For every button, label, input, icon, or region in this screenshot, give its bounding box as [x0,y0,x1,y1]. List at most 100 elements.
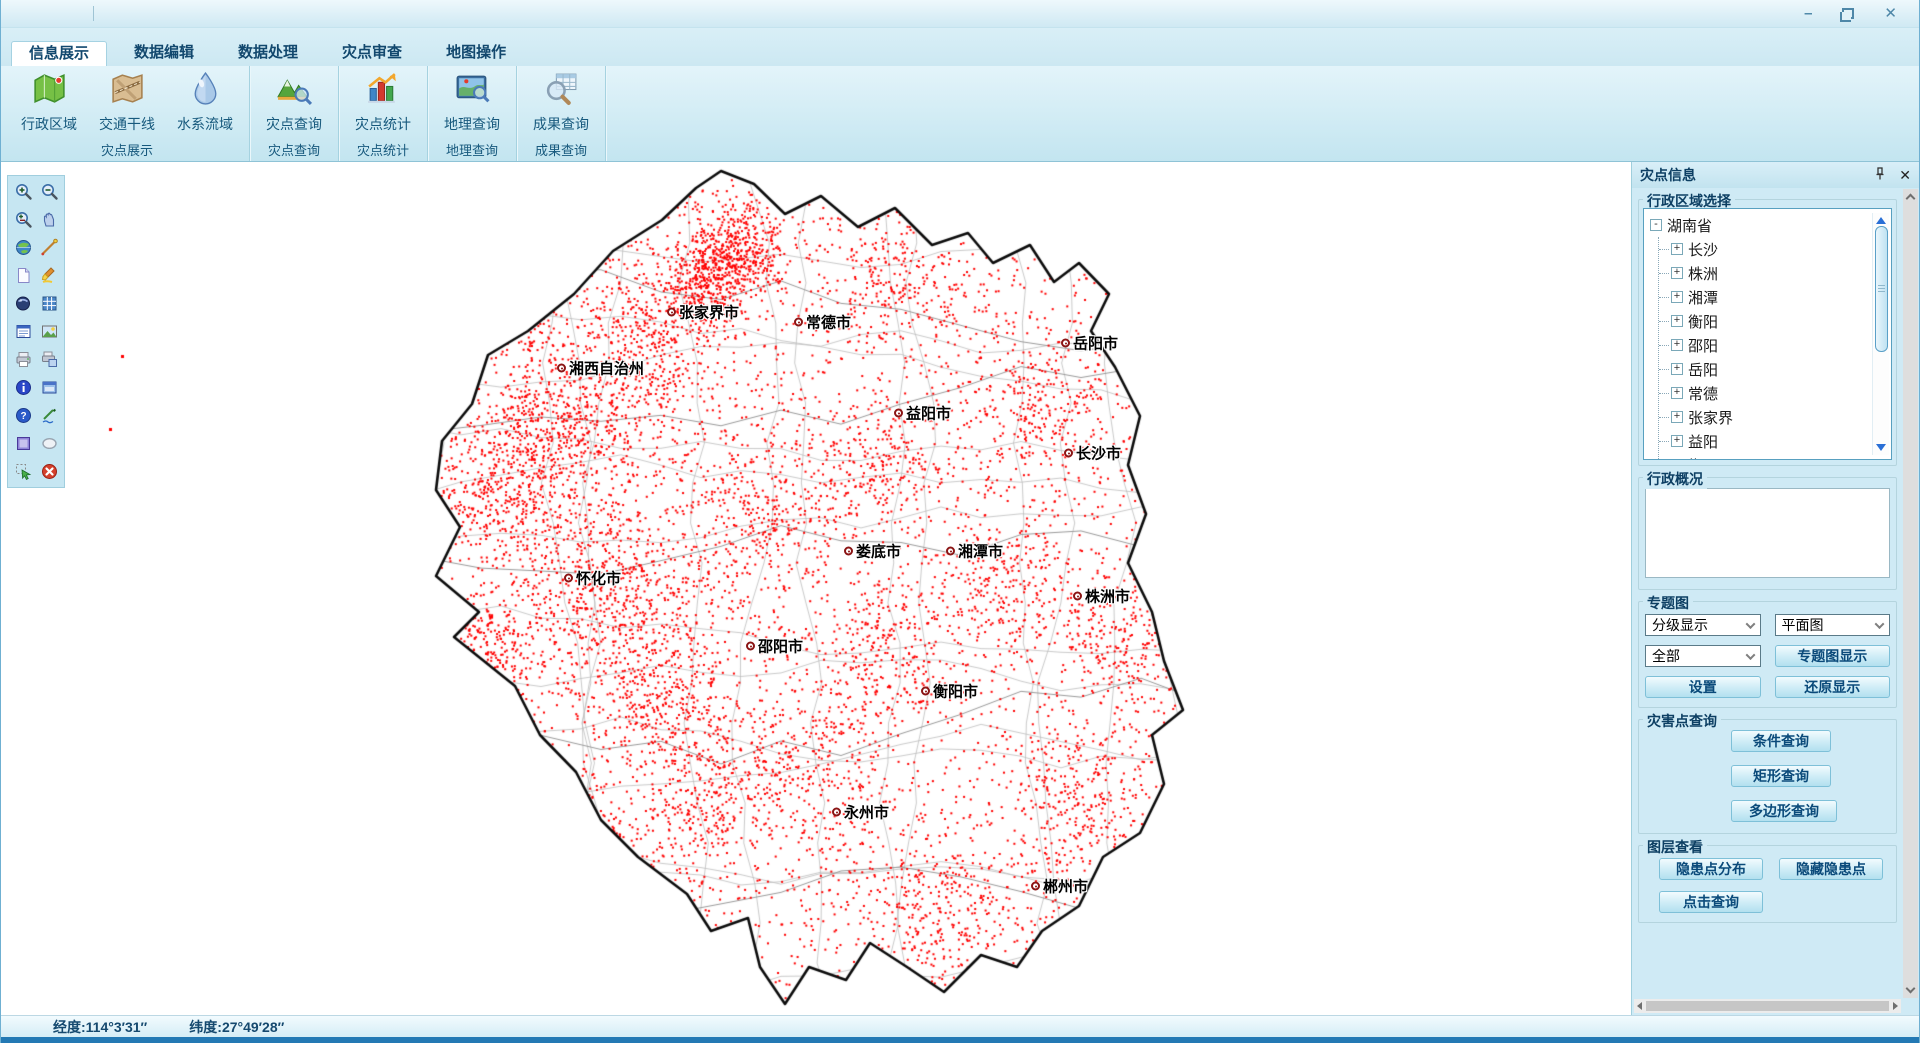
tree-node-city[interactable]: +郴州 [1659,453,1869,460]
panel-hscrollbar[interactable] [1634,999,1901,1013]
expand-icon[interactable]: + [1671,267,1683,279]
expand-icon[interactable]: + [1671,291,1683,303]
restore-display-button[interactable]: 还原显示 [1775,676,1891,698]
expand-icon[interactable]: + [1671,435,1683,447]
status-bar: 经度:114°3′31″ 纬度:27°49′28″ [1,1015,1919,1037]
signature-icon[interactable] [38,404,61,427]
tree-node-label: 湖南省 [1667,215,1712,236]
image-icon[interactable] [38,320,61,343]
geo-query-button[interactable]: 地理查询 [433,69,511,134]
tree-node-city[interactable]: +益阳 [1659,429,1869,453]
expand-icon[interactable]: + [1671,387,1683,399]
ribbon-button-label: 灾点统计 [355,114,411,134]
hazard-distribution-button[interactable]: 隐患点分布 [1659,858,1763,880]
tab-1[interactable]: 信息展示 [11,41,107,66]
hide-hazard-button[interactable]: 隐藏隐患点 [1779,858,1883,880]
plane-map-combo[interactable]: 平面图 [1775,614,1891,636]
tree-scrollbar[interactable] [1872,213,1889,455]
disaster-info-panel: 灾点信息 ✕ 行政区域选择 -湖南省 +长沙+株洲+湘潭+衡阳+邵阳+岳阳+常德… [1631,162,1919,1015]
dark-sphere-icon[interactable] [12,292,35,315]
thematic-label: 专题图 [1643,593,1693,613]
tree-node-city[interactable]: +常德 [1659,381,1869,405]
ellipse-icon[interactable] [38,432,61,455]
water-basin-button[interactable]: 水系流域 [166,69,244,134]
zoom-extent-icon[interactable] [12,208,35,231]
polygon-query-button[interactable]: 多边形查询 [1731,800,1837,822]
tree-node-city[interactable]: + 张家界 [1659,405,1869,429]
rectangle-query-button[interactable]: 矩形查询 [1731,765,1831,787]
expand-icon[interactable]: + [1671,243,1683,255]
expand-icon[interactable]: + [1671,411,1683,423]
print-icon[interactable] [12,348,35,371]
traffic-lines-button[interactable]: 交通干线 [88,69,166,134]
hscroll-thumb[interactable] [1646,1001,1889,1011]
hscroll-left-icon[interactable] [1637,1002,1642,1010]
condition-query-button[interactable]: 条件查询 [1731,730,1831,752]
brush-icon[interactable] [38,264,61,287]
tree-node-city[interactable]: +岳阳 [1659,357,1869,381]
tab-4[interactable]: 灾点审查 [325,41,419,66]
measure-icon[interactable] [38,236,61,259]
restore-icon[interactable] [1842,8,1854,19]
tree-node-city[interactable]: + 株洲 [1659,261,1869,285]
purple-window-icon[interactable] [12,432,35,455]
tab-2[interactable]: 数据编辑 [117,41,211,66]
disaster-stats-button[interactable]: 灾点统计 [344,69,422,134]
minimize-icon[interactable]: – [1804,6,1812,21]
print-preview-icon[interactable] [38,348,61,371]
tree-node-city[interactable]: +邵阳 [1659,333,1869,357]
panel-scrollbar[interactable] [1903,189,1918,998]
panel-scroll-up-icon[interactable] [1906,194,1916,204]
expand-icon[interactable]: + [1671,339,1683,351]
thematic-show-button[interactable]: 专题图显示 [1775,645,1891,667]
tree-node-label: 湘潭 [1688,287,1718,308]
result-query-button[interactable]: 成果查询 [522,69,600,134]
blue-window-icon[interactable] [38,376,61,399]
globe-icon[interactable] [12,236,35,259]
panel-scroll-down-icon[interactable] [1906,984,1916,994]
expand-icon[interactable]: + [1671,363,1683,375]
info-icon[interactable] [12,376,35,399]
pan-icon[interactable] [38,208,61,231]
blank-page-icon[interactable] [12,264,35,287]
overview-textbox[interactable] [1645,488,1890,578]
tree-scroll-thumb[interactable] [1875,226,1888,352]
all-combo[interactable]: 全部 [1645,645,1761,667]
select-arrow-icon[interactable] [12,460,35,483]
tree-node-label: 张家界 [1688,407,1733,428]
grade-display-combo[interactable]: 分级显示 [1645,614,1761,636]
thematic-group: 专题图 分级显示 平面图 全部 [1638,601,1897,708]
ribbon-button-label: 行政区域 [21,114,77,134]
tree-scroll-down-icon[interactable] [1876,444,1886,451]
admin-region-icon [31,70,68,112]
panel-close-icon[interactable]: ✕ [1899,167,1911,184]
collapse-icon[interactable]: - [1650,219,1662,231]
tree-scroll-up-icon[interactable] [1876,217,1886,224]
layer-list-icon[interactable] [12,320,35,343]
expand-icon[interactable]: + [1671,315,1683,327]
tree-node-city[interactable]: +长沙 [1659,237,1869,261]
tab-5[interactable]: 地图操作 [429,41,523,66]
disaster-stats-icon [365,70,402,112]
zoom-in-icon[interactable] [12,180,35,203]
close-red-icon[interactable] [38,460,61,483]
tree-node-root[interactable]: -湖南省 [1650,213,1869,237]
tab-3[interactable]: 数据处理 [221,41,315,66]
expand-icon[interactable]: + [1671,459,1683,460]
help-icon[interactable]: ? [12,404,35,427]
settings-button[interactable]: 设置 [1645,676,1761,698]
ribbon-group-label: 灾点展示 [10,141,244,161]
tree-node-label: 株洲 [1688,263,1718,284]
hscroll-right-icon[interactable] [1893,1002,1898,1010]
admin-region-button[interactable]: 行政区域 [10,69,88,134]
close-icon[interactable]: ✕ [1884,6,1897,21]
map-canvas[interactable] [1,163,1631,1014]
tree-node-city[interactable]: + 湘潭 [1659,285,1869,309]
tree-node-city[interactable]: +衡阳 [1659,309,1869,333]
pin-icon[interactable] [1875,167,1885,184]
disaster-query-button[interactable]: 灾点查询 [255,69,333,134]
zoom-out-icon[interactable] [38,180,61,203]
grid-calc-icon[interactable] [38,292,61,315]
click-query-button[interactable]: 点击查询 [1659,891,1763,913]
disaster-query-label: 灾害点查询 [1643,711,1721,731]
